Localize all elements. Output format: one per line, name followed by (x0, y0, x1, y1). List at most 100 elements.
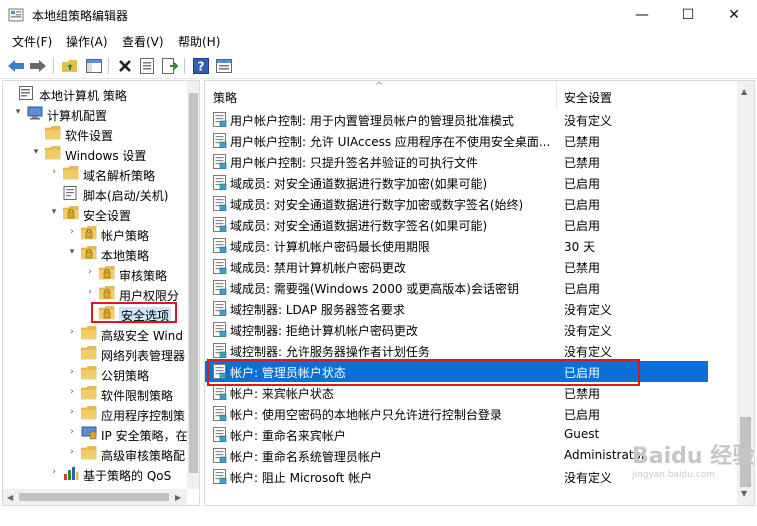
folder-icon (80, 446, 97, 461)
tree-item[interactable]: ▾ 安全设置 (3, 204, 187, 224)
tree-item[interactable]: › 用户权限分 (3, 284, 187, 304)
properties-icon[interactable] (137, 56, 157, 76)
filter-options-icon[interactable] (214, 56, 234, 76)
tree-hscroll-thumb[interactable] (19, 493, 169, 501)
tree-item-label: 软件限制策略 (101, 389, 174, 403)
policy-name: 域控制器: LDAP 服务器签名要求 (230, 303, 405, 317)
policy-name: 帐户: 使用空密码的本地帐户只允许进行控制台登录 (230, 408, 502, 422)
policy-row[interactable]: 帐户: 使用空密码的本地帐户只允许进行控制台登录 已启用 (205, 403, 708, 424)
tree-scroll-thumb[interactable] (189, 93, 198, 473)
tree-expand-icon[interactable]: › (67, 327, 77, 339)
list-vertical-scrollbar[interactable]: ▲ ▼ (737, 81, 754, 505)
tree-expand-icon[interactable]: › (85, 287, 95, 299)
policy-security-setting: 已启用 (564, 177, 601, 191)
maximize-button[interactable]: ☐ (665, 0, 711, 30)
tree-item-label: IP 安全策略，在 (101, 429, 188, 443)
policy-name: 域成员: 计算机帐户密码最长使用期限 (230, 240, 430, 254)
tree-expand-icon[interactable]: › (67, 447, 77, 459)
policy-setting-icon (213, 112, 227, 128)
scroll-right-arrow-icon[interactable]: ▶ (175, 493, 181, 502)
chart-icon (63, 466, 79, 481)
tree-item[interactable]: › 高级安全 Wind (3, 324, 187, 344)
tree-item[interactable]: › 高级审核策略配 (3, 444, 187, 464)
scroll-down-arrow-icon[interactable]: ▼ (741, 489, 747, 498)
column-header-policy[interactable]: 策略 (213, 81, 237, 109)
menu-view[interactable]: 查看(V) (122, 33, 164, 50)
column-header-setting[interactable]: 安全设置 (564, 81, 612, 109)
column-separator[interactable] (556, 81, 557, 109)
tree-horizontal-scrollbar[interactable]: ◀ ▶ (3, 489, 187, 505)
tree-item[interactable]: › 域名解析策略 (3, 164, 187, 184)
tree-item[interactable]: 软件设置 (3, 124, 187, 144)
policy-row[interactable]: 域控制器: 允许服务器操作者计划任务 没有定义 (205, 340, 708, 361)
tree-item-label: 高级安全 Wind (101, 329, 183, 343)
policy-setting-icon (213, 448, 227, 464)
tree-item[interactable]: › IP 安全策略，在 (3, 424, 188, 444)
minimize-button[interactable]: — (619, 0, 665, 30)
tree-item[interactable]: › 应用程序控制策 (3, 404, 187, 424)
tree-expand-icon[interactable]: › (67, 227, 77, 239)
policy-row[interactable]: 域成员: 对安全通道数据进行数字加密(如果可能) 已启用 (205, 172, 708, 193)
up-folder-icon[interactable] (60, 56, 80, 76)
tree-item[interactable]: 网络列表管理器 (3, 344, 187, 364)
tree-expand-icon[interactable]: › (49, 167, 59, 179)
policy-row[interactable]: 帐户: 重命名来宾帐户 Guest (205, 424, 708, 445)
close-button[interactable]: ✕ (711, 0, 757, 30)
scroll-left-arrow-icon[interactable]: ◀ (7, 493, 13, 502)
scroll-up-arrow-icon[interactable]: ▲ (741, 87, 747, 96)
tree-item[interactable]: ▾ 本地策略 (3, 244, 187, 264)
tree-item[interactable]: 脚本(启动/关机) (3, 184, 187, 204)
tree-item-label: 安全设置 (83, 209, 132, 223)
tree-collapse-icon[interactable]: ▾ (13, 107, 23, 119)
policy-security-setting: 已启用 (564, 408, 601, 422)
policy-row[interactable]: 域成员: 禁用计算机帐户密码更改 已禁用 (205, 256, 708, 277)
help-icon[interactable]: ? (191, 56, 211, 76)
tree-collapse-icon[interactable]: ▾ (31, 147, 41, 159)
tree-item-label: 本地计算机 策略 (39, 89, 127, 103)
tree-collapse-icon[interactable]: ▾ (49, 207, 59, 219)
tree-item[interactable]: › 软件限制策略 (3, 384, 187, 404)
tree-expand-icon[interactable]: › (67, 387, 77, 399)
tree-expand-icon[interactable]: › (67, 407, 77, 419)
security-folder-icon (98, 266, 115, 281)
policy-row[interactable]: 域控制器: LDAP 服务器签名要求 没有定义 (205, 298, 708, 319)
tree-vertical-scrollbar[interactable] (187, 81, 199, 489)
tree-item[interactable]: 本地计算机 策略 (3, 84, 187, 104)
security-folder-icon (98, 286, 115, 301)
policy-setting-icon (213, 406, 227, 422)
tree-collapse-icon[interactable]: ▾ (67, 247, 77, 259)
policy-row[interactable]: 用户帐户控制: 只提升签名并验证的可执行文件 已禁用 (205, 151, 708, 172)
tree-item[interactable]: › 基于策略的 QoS (3, 464, 187, 484)
policy-setting-icon (213, 427, 227, 443)
tree-expand-icon[interactable]: › (67, 427, 77, 439)
tree-item-label: 公钥策略 (101, 369, 150, 383)
tree-item[interactable]: › 审核策略 (3, 264, 187, 284)
tree-item[interactable]: › 公钥策略 (3, 364, 187, 384)
tree-item[interactable]: › 帐户策略 (3, 224, 187, 244)
tree-expand-icon[interactable]: › (49, 467, 59, 479)
policy-row[interactable]: 域成员: 计算机帐户密码最长使用期限 30 天 (205, 235, 708, 256)
show-tree-icon[interactable] (84, 56, 104, 76)
menu-action[interactable]: 操作(A) (66, 33, 108, 50)
delete-icon[interactable] (115, 56, 135, 76)
policy-name: 用户帐户控制: 只提升签名并验证的可执行文件 (230, 156, 478, 170)
policy-name: 帐户: 来宾帐户状态 (230, 387, 334, 401)
tree-expand-icon[interactable]: › (85, 267, 95, 279)
tree-item-label: 高级审核策略配 (101, 449, 186, 463)
export-list-icon[interactable] (160, 56, 180, 76)
policy-row[interactable]: 域成员: 需要强(Windows 2000 或更高版本)会话密钥 已启用 (205, 277, 708, 298)
policy-row[interactable]: 用户帐户控制: 用于内置管理员帐户的管理员批准模式 没有定义 (205, 109, 708, 130)
policy-setting-icon (213, 133, 227, 149)
tree-expand-icon[interactable]: › (67, 367, 77, 379)
policy-row[interactable]: 域成员: 对安全通道数据进行数字签名(如果可能) 已启用 (205, 214, 708, 235)
forward-icon[interactable] (28, 56, 48, 76)
baidu-jingyan-watermark: Baidu 经验 jingyan.baidu.com (632, 444, 755, 481)
policy-row[interactable]: 域控制器: 拒绝计算机帐户密码更改 没有定义 (205, 319, 708, 340)
tree-item[interactable]: ▾ Windows 设置 (3, 144, 187, 164)
policy-row[interactable]: 用户帐户控制: 允许 UIAccess 应用程序在不使用安全桌面... 已禁用 (205, 130, 708, 151)
policy-row[interactable]: 域成员: 对安全通道数据进行数字加密或数字签名(始终) 已启用 (205, 193, 708, 214)
menu-help[interactable]: 帮助(H) (178, 33, 220, 50)
tree-item[interactable]: ▾ 计算机配置 (3, 104, 187, 124)
back-icon[interactable] (6, 56, 26, 76)
menu-file[interactable]: 文件(F) (12, 33, 52, 50)
